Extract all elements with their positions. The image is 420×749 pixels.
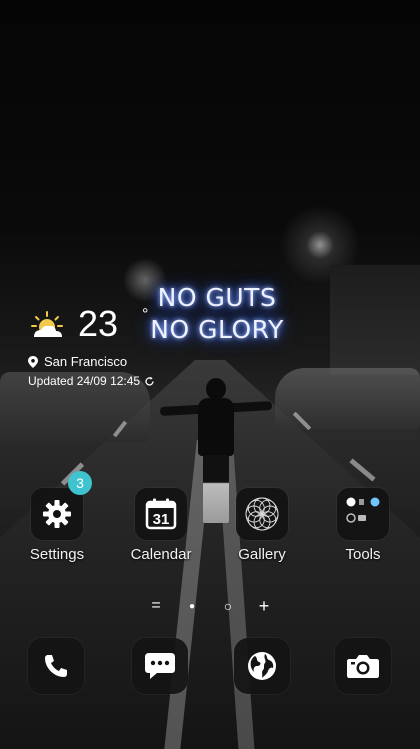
dock-messages[interactable] <box>132 638 188 694</box>
weather-widget[interactable]: 23 ° San Francisco Updated 24/09 12:45 <box>26 302 206 394</box>
page-dot[interactable]: ○ <box>221 598 235 614</box>
wallpaper-person-body <box>198 398 234 456</box>
tools-folder-icon <box>346 497 380 523</box>
browser-icon <box>248 652 276 680</box>
settings-tile <box>31 488 83 540</box>
app-gallery[interactable]: Gallery <box>216 488 308 563</box>
messages-icon <box>145 653 175 679</box>
temperature: 23 <box>78 303 119 344</box>
app-label: Tools <box>345 546 381 563</box>
location-label: San Francisco <box>44 354 128 369</box>
app-settings[interactable]: Settings <box>11 488 103 563</box>
app-label: Gallery <box>238 546 286 563</box>
refresh-icon[interactable] <box>144 376 155 387</box>
tools-tile <box>337 488 389 540</box>
page-dot-home[interactable]: ● <box>185 601 199 612</box>
page-indicator[interactable]: = ● ○ + <box>0 596 420 616</box>
degree-symbol: ° <box>142 306 149 323</box>
gallery-icon <box>245 497 279 531</box>
gallery-tile <box>236 488 288 540</box>
wallpaper-person-head <box>206 378 226 400</box>
dock-camera[interactable] <box>335 638 391 694</box>
add-page[interactable]: + <box>257 596 271 617</box>
updated-label: Updated 24/09 12:45 <box>28 374 141 388</box>
app-tools-folder[interactable]: Tools <box>317 488 409 563</box>
camera-icon <box>347 655 379 678</box>
app-label: Calendar <box>130 546 192 563</box>
notification-badge: 3 <box>68 471 92 495</box>
wallpaper-parked-cars-right <box>275 368 420 430</box>
location-pin-icon <box>28 355 38 368</box>
app-label: Settings <box>29 546 85 563</box>
gear-icon <box>43 500 71 528</box>
calendar-date: 31 <box>152 511 170 528</box>
app-calendar[interactable]: 31 Calendar <box>115 488 207 563</box>
wallpaper-buildings <box>330 265 420 375</box>
dock-browser[interactable] <box>234 638 290 694</box>
page-indicator-menu[interactable]: = <box>149 597 163 615</box>
phone-icon <box>45 655 67 677</box>
partly-sunny-icon <box>31 311 63 337</box>
weather-updated: Updated 24/09 12:45 <box>28 374 155 388</box>
calendar-tile: 31 <box>135 488 187 540</box>
dock-phone[interactable] <box>28 638 84 694</box>
weather-location: San Francisco <box>28 354 127 369</box>
